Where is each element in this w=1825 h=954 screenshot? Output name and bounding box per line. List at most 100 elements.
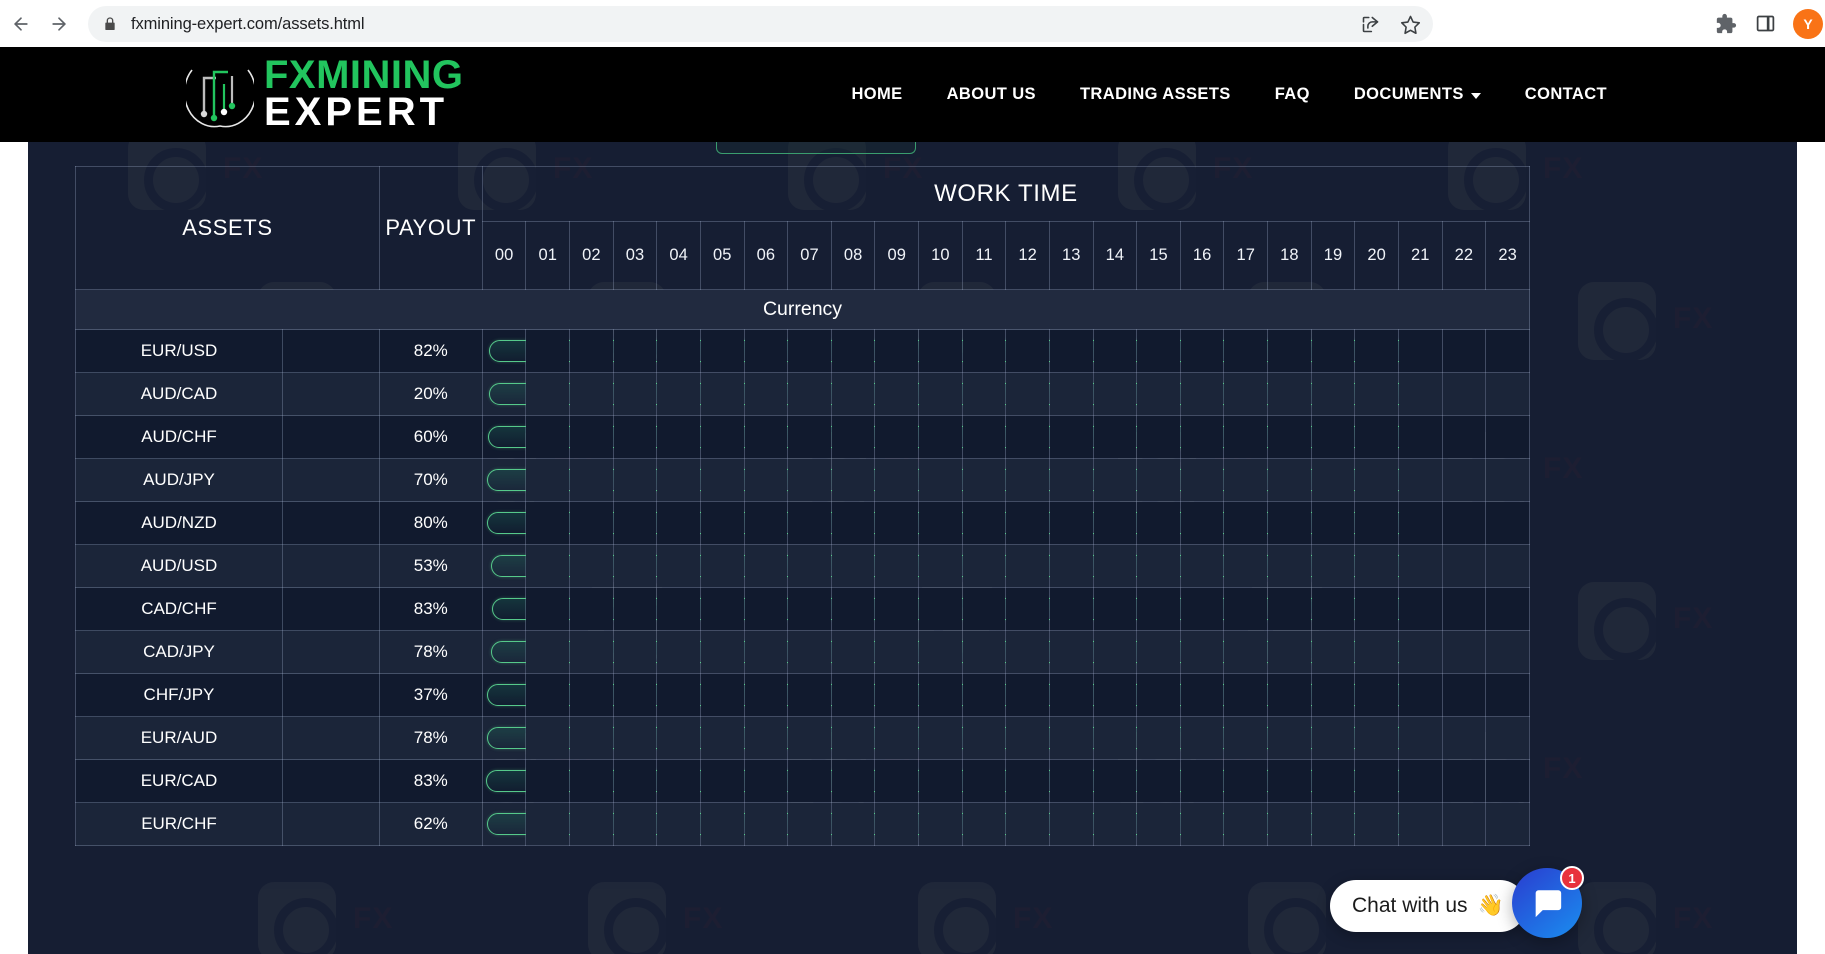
table-row[interactable]: AUD/CHF60%: [76, 416, 1530, 459]
chat-launcher-button[interactable]: 1: [1512, 868, 1582, 938]
chat-prompt-bubble[interactable]: Chat with us 👋: [1330, 880, 1526, 932]
table-row[interactable]: CAD/CHF83%: [76, 588, 1530, 631]
work-time-cell: [1180, 545, 1224, 588]
work-time-cell: [1224, 373, 1268, 416]
share-icon[interactable]: [1359, 13, 1381, 35]
work-time-cell: [657, 717, 701, 760]
work-time-cell: [700, 631, 744, 674]
work-time-cell: [1442, 588, 1486, 631]
work-time-cell: [1049, 502, 1093, 545]
work-time-cell: [1355, 588, 1399, 631]
work-time-cell: [613, 373, 657, 416]
work-time-cell: [1137, 803, 1181, 846]
work-time-cell: [788, 502, 832, 545]
asset-name: EUR/USD: [76, 330, 283, 373]
work-time-cell: [526, 373, 570, 416]
work-time-cell: [875, 545, 919, 588]
table-row[interactable]: AUD/NZD80%: [76, 502, 1530, 545]
work-time-cell: [919, 674, 963, 717]
extensions-icon[interactable]: [1715, 13, 1737, 35]
work-time-cell: [1355, 717, 1399, 760]
nav-item-home[interactable]: HOME: [829, 85, 924, 104]
table-row[interactable]: EUR/AUD78%: [76, 717, 1530, 760]
table-row[interactable]: AUD/JPY70%: [76, 459, 1530, 502]
back-button[interactable]: [4, 7, 38, 41]
work-time-cell: [1093, 545, 1137, 588]
work-time-cell: [482, 760, 526, 803]
table-row[interactable]: EUR/CAD83%: [76, 760, 1530, 803]
work-time-cell: [962, 674, 1006, 717]
nav-item-about-us[interactable]: ABOUT US: [925, 85, 1058, 104]
work-time-cell: [700, 330, 744, 373]
work-time-cell: [613, 803, 657, 846]
work-time-cell: [482, 416, 526, 459]
table-row[interactable]: CAD/JPY78%: [76, 631, 1530, 674]
forward-button[interactable]: [42, 7, 76, 41]
nav-item-faq[interactable]: FAQ: [1253, 85, 1332, 104]
work-time-cell: [919, 760, 963, 803]
payout-value: 60%: [379, 416, 482, 459]
work-time-cell: [1224, 674, 1268, 717]
work-time-cell: [919, 631, 963, 674]
profile-avatar[interactable]: Y: [1793, 9, 1823, 39]
asset-spacer-cell: [282, 545, 379, 588]
work-time-cell: [1137, 416, 1181, 459]
main-navigation: HOME ABOUT US TRADING ASSETS FAQ DOCUMEN…: [829, 47, 1629, 142]
work-time-cell: [1398, 545, 1442, 588]
work-time-cell: [744, 631, 788, 674]
work-time-cell: [788, 459, 832, 502]
table-row[interactable]: CHF/JPY37%: [76, 674, 1530, 717]
nav-item-documents[interactable]: DOCUMENTS: [1332, 85, 1503, 104]
work-time-cell: [962, 330, 1006, 373]
watermark-logo-icon: [1578, 282, 1656, 360]
table-row[interactable]: EUR/CHF62%: [76, 803, 1530, 846]
work-time-cell: [482, 803, 526, 846]
work-time-cell: [744, 588, 788, 631]
watermark-text: FX: [1013, 902, 1053, 936]
payout-value: 20%: [379, 373, 482, 416]
watermark-text: FX: [1543, 752, 1583, 786]
nav-label: TRADING ASSETS: [1080, 85, 1231, 104]
work-time-cell: [744, 459, 788, 502]
asset-spacer-cell: [282, 416, 379, 459]
work-time-cell: [744, 803, 788, 846]
site-logo[interactable]: FXMINING EXPERT: [186, 52, 464, 132]
work-time-cell: [962, 373, 1006, 416]
assets-section: FXFXFXFXFXFXFXFXFXFXFXFXFXFXFXFXFXFXFXFX…: [28, 142, 1730, 954]
work-time-cell: [1093, 674, 1137, 717]
work-time-cell: [788, 674, 832, 717]
bookmark-star-icon[interactable]: [1399, 13, 1421, 35]
logo-bottom-text: EXPERT: [264, 94, 464, 131]
work-time-cell: [1398, 760, 1442, 803]
nav-item-trading-assets[interactable]: TRADING ASSETS: [1058, 85, 1253, 104]
nav-item-contact[interactable]: CONTACT: [1503, 85, 1629, 104]
work-time-cell: [1442, 330, 1486, 373]
work-time-cell: [1486, 674, 1530, 717]
work-time-cell: [1224, 545, 1268, 588]
hour-header-06: 06: [744, 222, 788, 290]
work-time-cell: [526, 760, 570, 803]
work-time-cell: [1268, 330, 1312, 373]
sidebar-icon[interactable]: [1754, 13, 1776, 35]
work-time-cell: [1355, 631, 1399, 674]
watermark-text: FX: [353, 902, 393, 936]
table-row[interactable]: EUR/USD82%: [76, 330, 1530, 373]
table-row[interactable]: AUD/USD53%: [76, 545, 1530, 588]
work-time-cell: [1311, 588, 1355, 631]
work-time-cell: [1006, 545, 1050, 588]
work-time-cell: [744, 717, 788, 760]
hour-header-03: 03: [613, 222, 657, 290]
work-time-cell: [1137, 502, 1181, 545]
work-time-cell: [1311, 416, 1355, 459]
work-time-cell: [700, 803, 744, 846]
table-row[interactable]: AUD/CAD20%: [76, 373, 1530, 416]
work-time-cell: [570, 631, 614, 674]
work-time-cell: [1224, 459, 1268, 502]
waving-hand-icon: 👋: [1478, 894, 1504, 918]
nav-label: HOME: [851, 85, 902, 104]
header-payout: PAYOUT: [379, 167, 482, 290]
work-time-cell: [1093, 588, 1137, 631]
hour-header-07: 07: [788, 222, 832, 290]
work-time-cell: [1049, 459, 1093, 502]
address-bar[interactable]: fxmining-expert.com/assets.html: [88, 6, 1433, 42]
